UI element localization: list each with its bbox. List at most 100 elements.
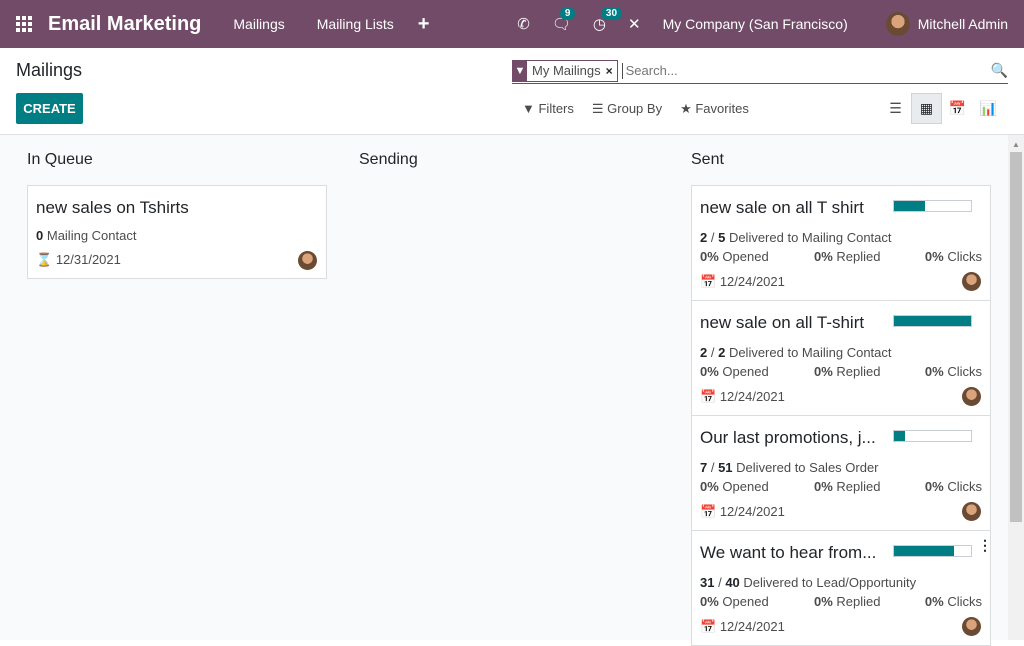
app-name[interactable]: Email Marketing — [48, 13, 201, 36]
page-title: Mailings — [16, 60, 83, 80]
opened-label: Opened — [722, 364, 769, 379]
card-sent-date: 📅 12/24/2021 — [700, 389, 785, 405]
replied-label: Replied — [836, 594, 881, 609]
opened-stat: 0% Opened — [700, 364, 769, 379]
delivery-progress-fill — [894, 316, 971, 326]
card-menu-icon[interactable]: ⋮ — [978, 537, 992, 554]
filters-dropdown[interactable]: ▼ Filters — [522, 101, 574, 117]
menu-mailing-lists[interactable]: Mailing Lists — [317, 16, 394, 32]
create-button[interactable]: CREATE — [16, 93, 83, 124]
favorites-dropdown[interactable]: ★ Favorites — [680, 101, 749, 117]
responsible-avatar[interactable] — [962, 617, 981, 636]
search-icon[interactable]: 🔍 — [991, 62, 1008, 79]
kanban-card[interactable]: new sale on all T shirt 2 / 5 Delivered … — [691, 185, 991, 301]
search-input[interactable] — [621, 62, 1008, 79]
kanban-card[interactable]: We want to hear from... 31 / 40 Delivere… — [691, 530, 991, 646]
opened-value: 0% — [700, 249, 719, 264]
delivery-target: Delivered to Sales Order — [736, 460, 879, 475]
card-sent-date: 📅 12/24/2021 — [700, 274, 785, 290]
delivery-progress-bar — [893, 315, 972, 327]
view-switcher: ☰ ▦ 📅 📊 — [880, 93, 1004, 124]
delivered-count: 2 — [700, 345, 708, 360]
systray: ✆ 🗨 9 ◷ 30 ✕ My Company (San Francisco) … — [517, 0, 1024, 48]
total-count: 2 — [718, 345, 726, 360]
clicks-value: 0% — [924, 594, 944, 609]
delivery-progress-fill — [894, 431, 905, 441]
column-title-sending: Sending — [359, 151, 418, 168]
apps-menu-icon[interactable] — [0, 0, 48, 48]
total-count: 51 — [718, 460, 733, 475]
delivered-count: 7 — [700, 460, 708, 475]
graph-view-icon[interactable]: 📊 — [973, 93, 1004, 124]
remove-facet-icon[interactable]: × — [606, 64, 617, 78]
kanban-view-icon[interactable]: ▦ — [911, 93, 942, 124]
card-title: new sale on all T-shirt — [700, 313, 865, 332]
opened-label: Opened — [722, 594, 769, 609]
replied-value: 0% — [814, 364, 833, 379]
clicks-stat: 0% Clicks — [925, 594, 982, 609]
hourglass-icon: ⌛ — [36, 252, 53, 267]
sent-date: 12/24/2021 — [719, 274, 785, 289]
menu-mailings[interactable]: Mailings — [233, 16, 284, 32]
replied-label: Replied — [836, 364, 881, 379]
delivery-progress-fill — [894, 546, 955, 556]
responsible-avatar[interactable] — [962, 272, 981, 291]
kanban-card[interactable]: new sale on all T-shirt 2 / 2 Delivered … — [691, 300, 991, 416]
replied-stat: 0% Replied — [814, 364, 881, 379]
opened-value: 0% — [700, 594, 719, 609]
clicks-stat: 0% Clicks — [925, 249, 982, 264]
debug-tools-icon[interactable]: ✕ — [628, 15, 641, 33]
company-switcher[interactable]: My Company (San Francisco) — [663, 16, 848, 32]
phone-icon[interactable]: ✆ — [517, 15, 530, 33]
card-title: We want to hear from... — [700, 543, 877, 562]
calendar-icon: 📅 — [700, 619, 717, 634]
kanban-card[interactable]: new sales on Tshirts 0 Mailing Contact ⌛… — [27, 185, 327, 279]
delivery-stats: 2 / 2 Delivered to Mailing Contact — [700, 345, 892, 360]
opened-value: 0% — [700, 364, 719, 379]
filter-icon: ▼ — [513, 59, 527, 82]
delivered-count: 2 — [700, 230, 708, 245]
delivery-stats: 2 / 5 Delivered to Mailing Contact — [700, 230, 892, 245]
delivery-progress-bar — [893, 200, 972, 212]
replied-stat: 0% Replied — [814, 249, 881, 264]
scroll-up-icon[interactable]: ▲ — [1012, 140, 1020, 149]
clicks-stat: 0% Clicks — [925, 479, 982, 494]
opened-label: Opened — [722, 479, 769, 494]
top-navbar: Email Marketing Mailings Mailing Lists +… — [0, 0, 1024, 48]
replied-value: 0% — [814, 479, 833, 494]
card-sent-date: 📅 12/24/2021 — [700, 619, 785, 635]
card-title: new sale on all T shirt — [700, 198, 864, 217]
responsible-avatar[interactable] — [298, 251, 317, 270]
list-view-icon[interactable]: ☰ — [880, 93, 911, 124]
clicks-label: Clicks — [947, 249, 982, 264]
activities-icon[interactable]: ◷ 30 — [593, 7, 623, 33]
replied-stat: 0% Replied — [814, 479, 881, 494]
opened-stat: 0% Opened — [700, 249, 769, 264]
kanban-board: In Queue Sending Sent new sales on Tshir… — [0, 135, 1008, 646]
search-bar: ▼ My Mailings × 🔍 — [512, 58, 1008, 84]
search-facet: ▼ My Mailings × — [512, 59, 618, 82]
delivery-target: Delivered to Mailing Contact — [728, 345, 892, 360]
delivery-progress-bar — [893, 545, 972, 557]
user-menu[interactable]: Mitchell Admin — [918, 16, 1008, 32]
user-avatar[interactable] — [885, 12, 910, 36]
total-count: 40 — [725, 575, 740, 590]
calendar-icon: 📅 — [700, 504, 717, 519]
recipients-label: Mailing Contact — [46, 228, 137, 243]
clicks-label: Clicks — [947, 479, 982, 494]
responsible-avatar[interactable] — [962, 502, 981, 521]
calendar-view-icon[interactable]: 📅 — [942, 93, 973, 124]
messages-icon[interactable]: 🗨 9 — [552, 7, 576, 33]
recipients-count: 0 — [36, 228, 44, 243]
delivery-stats: 7 / 51 Delivered to Sales Order — [700, 460, 879, 475]
group-by-dropdown[interactable]: ☰ Group By — [592, 101, 662, 117]
scrollbar-thumb[interactable] — [1010, 152, 1022, 522]
add-menu-icon[interactable]: + — [418, 13, 430, 36]
sent-date: 12/24/2021 — [719, 389, 785, 404]
clicks-value: 0% — [924, 364, 944, 379]
filters-label: Filters — [538, 101, 574, 116]
clicks-stat: 0% Clicks — [925, 364, 982, 379]
responsible-avatar[interactable] — [962, 387, 981, 406]
card-schedule: ⌛ 12/31/2021 — [36, 252, 121, 268]
kanban-card[interactable]: Our last promotions, j... 7 / 51 Deliver… — [691, 415, 991, 531]
